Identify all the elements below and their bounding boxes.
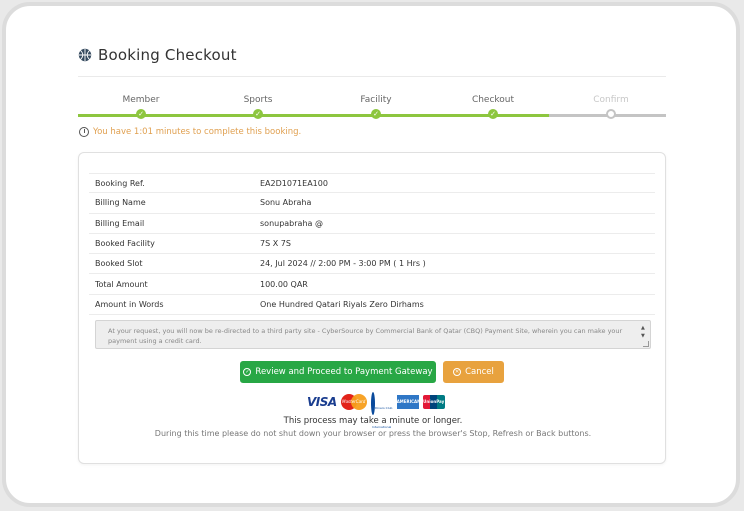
check-circle-icon: ✓ (243, 368, 252, 376)
row-value: Sonu Abraha (260, 198, 312, 208)
row-label: Booked Facility (95, 239, 155, 249)
amex-logo-icon: AMERICAN EXPRESS (396, 395, 420, 418)
step-label: Member (122, 95, 160, 105)
checkout-card: Booking Ref. EA2D1071EA100 Billing Name … (78, 152, 666, 464)
booking-summary-table: Booking Ref. EA2D1071EA100 Billing Name … (89, 173, 655, 316)
notice-text: At your request, you will now be re-dire… (108, 327, 623, 345)
timer-message: You have 1:01 minutes to complete this b… (93, 127, 302, 137)
page-title: Booking Checkout (98, 46, 237, 64)
table-row: Total Amount 100.00 QAR (89, 274, 655, 295)
table-row: Billing Name Sonu Abraha (89, 193, 655, 214)
check-icon: ✓ (136, 109, 146, 119)
step-label: Sports (243, 95, 273, 105)
check-icon: ✓ (253, 109, 263, 119)
unionpay-logo-icon: UnionPay (422, 395, 445, 409)
header-divider (78, 76, 666, 77)
cancel-button-label: Cancel (465, 367, 494, 377)
countdown-timer: You have 1:01 minutes to complete this b… (79, 127, 301, 137)
check-icon: ✓ (371, 109, 381, 119)
proceed-to-payment-button[interactable]: ✓ Review and Proceed to Payment Gateway (240, 361, 436, 383)
diners-club-logo-icon: Diners Club International (371, 392, 393, 429)
cancel-button[interactable]: ✕ Cancel (443, 361, 504, 383)
row-value: 100.00 QAR (260, 279, 308, 289)
visa-logo-icon: VISA (307, 395, 337, 409)
step-sports: Sports ✓ (198, 94, 318, 119)
process-warning: During this time please do not shut down… (154, 429, 592, 438)
page-header: Booking Checkout (78, 46, 237, 64)
step-label: Facility (360, 95, 392, 105)
step-facility: Facility ✓ (316, 94, 436, 119)
basketball-icon (78, 48, 92, 62)
resize-grip-icon[interactable] (643, 341, 649, 347)
check-icon: ✓ (488, 109, 498, 119)
close-circle-icon: ✕ (453, 368, 462, 376)
step-confirm: Confirm (551, 94, 671, 119)
proceed-button-label: Review and Proceed to Payment Gateway (255, 367, 433, 377)
table-row: Amount in Words One Hundred Qatari Riyal… (89, 295, 655, 316)
row-value: 24, Jul 2024 // 2:00 PM - 3:00 PM ( 1 Hr… (260, 259, 426, 269)
step-checkout: Checkout ✓ (433, 94, 553, 119)
row-label: Billing Email (95, 218, 145, 228)
row-value: sonupabraha @ (260, 218, 323, 228)
checkout-stepper: Member ✓ Sports ✓ Facility ✓ Checkout ✓ … (78, 94, 666, 124)
table-row: Booked Facility 7S X 7S (89, 234, 655, 255)
pending-circle-icon (606, 109, 616, 119)
table-row: Booking Ref. EA2D1071EA100 (89, 173, 655, 194)
stepper-progress-done (78, 114, 549, 117)
row-label: Billing Name (95, 198, 146, 208)
row-value: 7S X 7S (260, 239, 291, 249)
table-row: Billing Email sonupabraha @ (89, 214, 655, 234)
process-notice: This process may take a minute or longer… (283, 416, 463, 426)
step-member: Member ✓ (81, 94, 201, 119)
row-label: Booking Ref. (95, 178, 145, 188)
row-label: Booked Slot (95, 259, 143, 269)
mastercard-logo-icon: MasterCard (340, 394, 367, 410)
row-label: Amount in Words (95, 299, 164, 309)
step-label: Checkout (471, 95, 515, 105)
payment-logos: VISA MasterCard Diners Club Internationa… (307, 392, 445, 429)
scroll-down-icon[interactable]: ▼ (641, 331, 645, 341)
row-value: One Hundred Qatari Riyals Zero Dirhams (260, 299, 424, 309)
stopwatch-icon (79, 127, 89, 137)
step-label: Confirm (593, 95, 629, 105)
table-row: Booked Slot 24, Jul 2024 // 2:00 PM - 3:… (89, 254, 655, 275)
row-label: Total Amount (95, 279, 148, 289)
redirect-notice-textarea[interactable]: At your request, you will now be re-dire… (95, 320, 651, 349)
row-value: EA2D1071EA100 (260, 178, 328, 188)
